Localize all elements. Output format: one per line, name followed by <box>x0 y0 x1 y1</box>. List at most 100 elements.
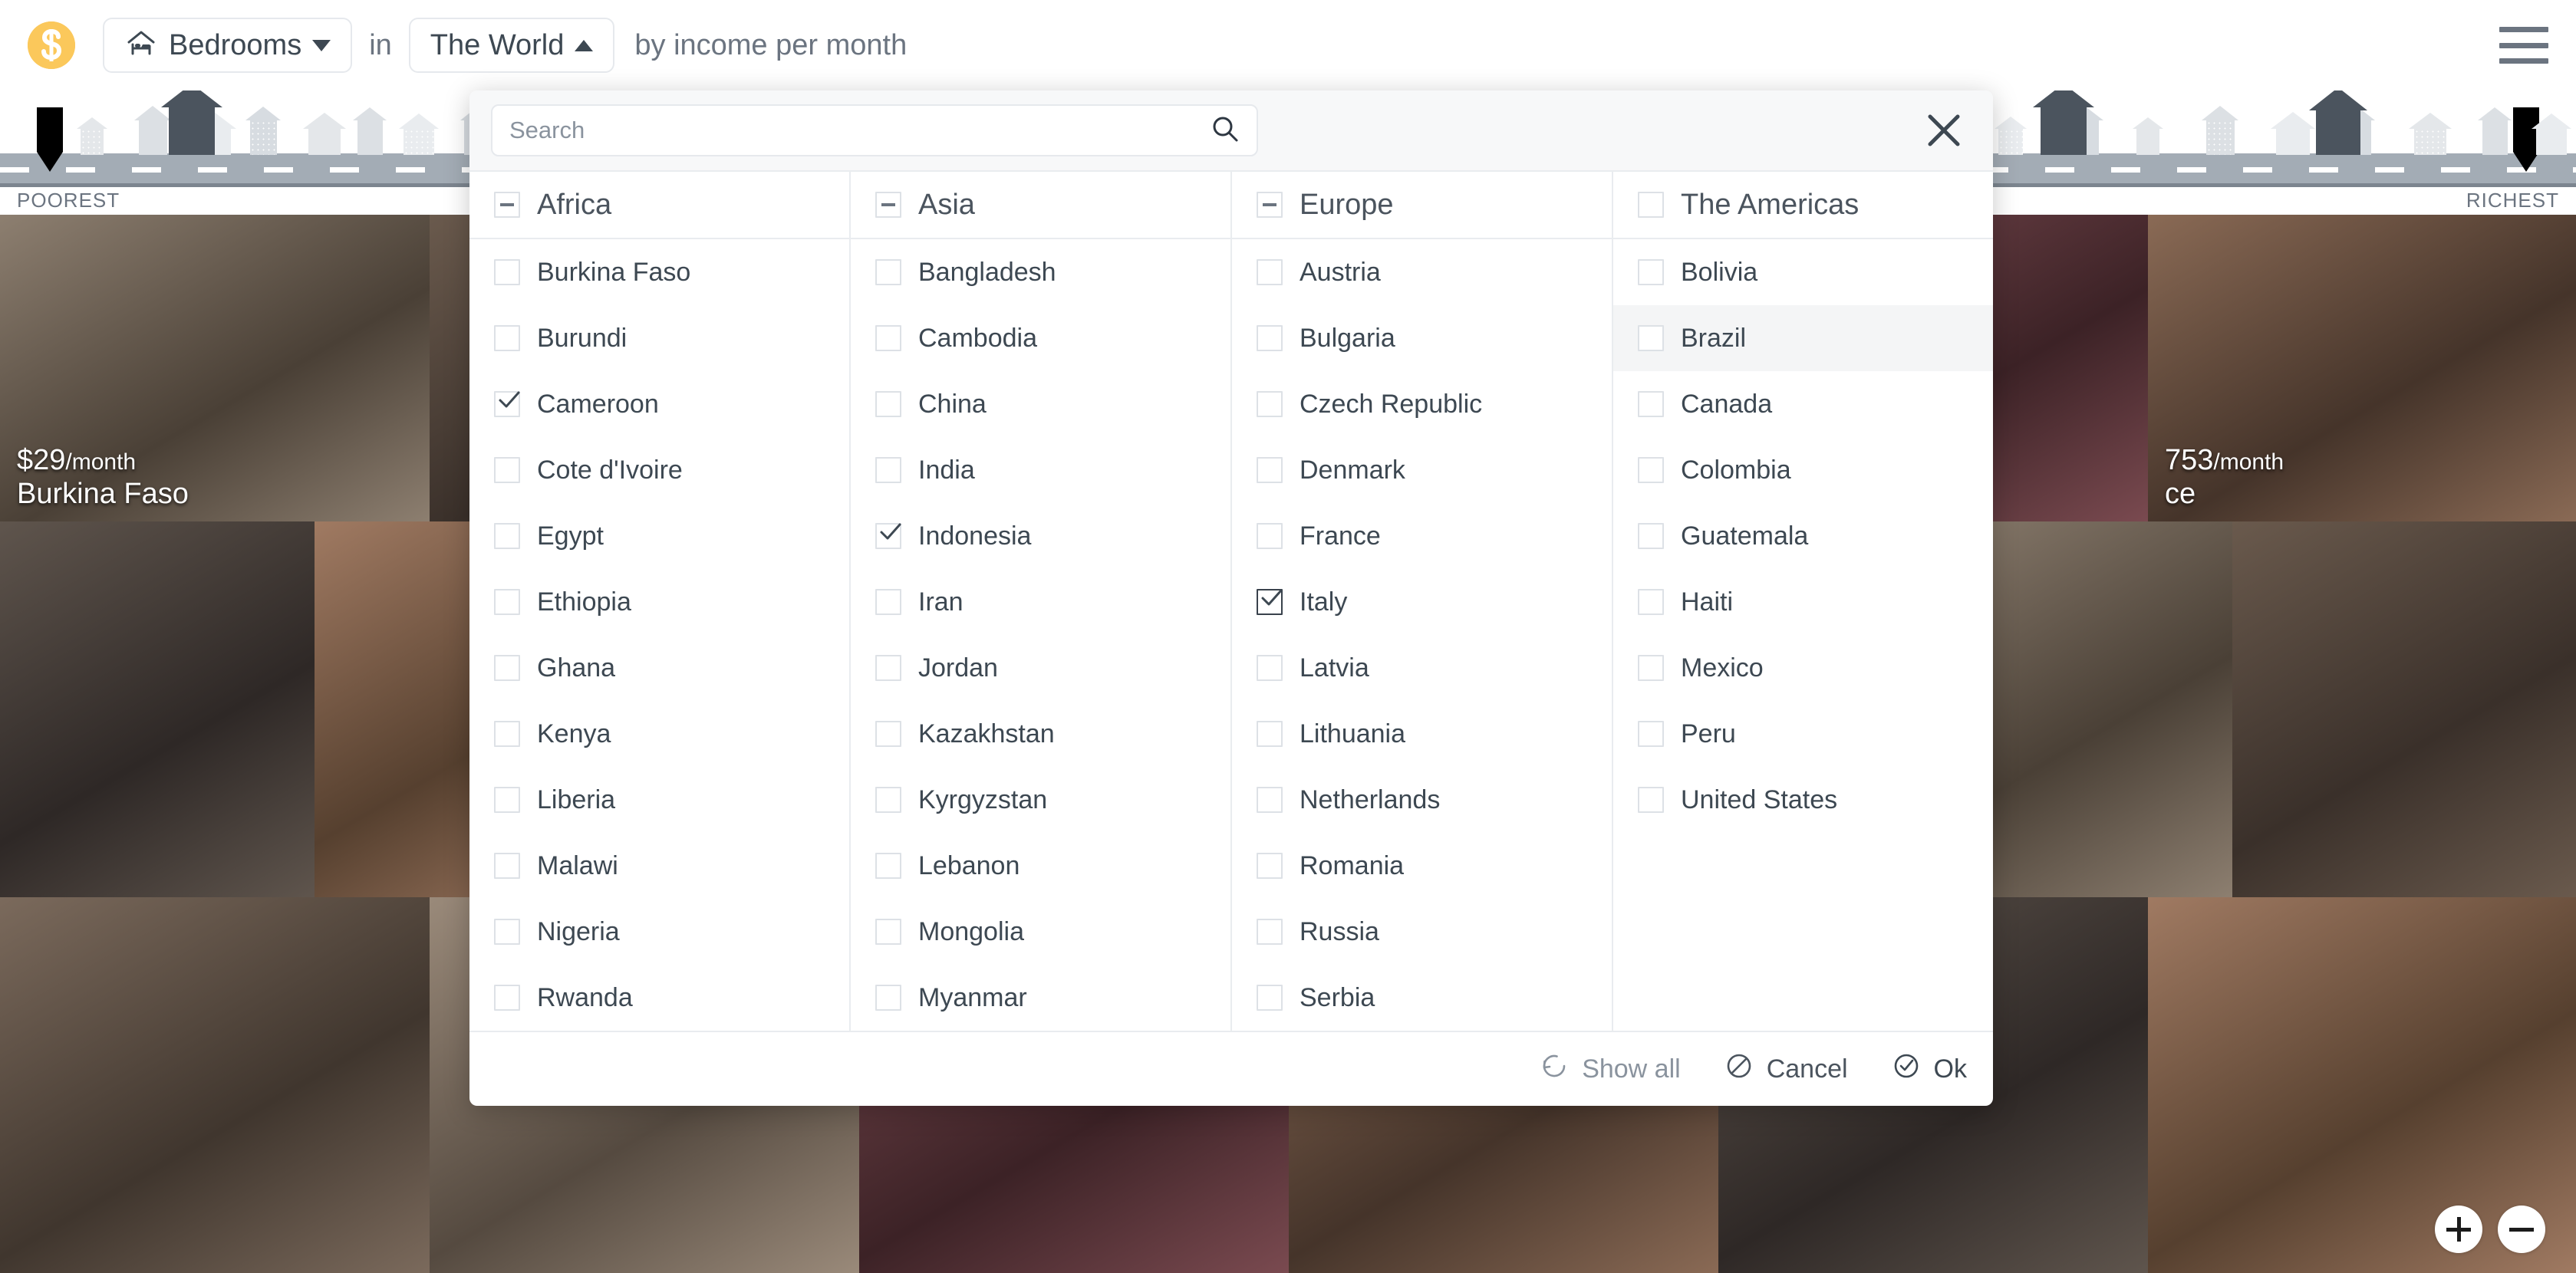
list-item[interactable]: Bulgaria <box>1232 305 1612 371</box>
list-item[interactable]: Indonesia <box>851 503 1230 569</box>
list-item[interactable]: Burkina Faso <box>469 239 849 305</box>
checkbox-unchecked[interactable] <box>1257 325 1283 351</box>
photo-tile[interactable] <box>0 897 430 1273</box>
checkbox-unchecked[interactable] <box>1638 589 1664 615</box>
checkbox-unchecked[interactable] <box>875 457 901 483</box>
checkbox-unchecked[interactable] <box>875 655 901 681</box>
list-item[interactable]: Haiti <box>1613 569 1993 635</box>
list-item[interactable]: France <box>1232 503 1612 569</box>
zoom-in-button[interactable] <box>2435 1206 2482 1253</box>
checkbox-unchecked[interactable] <box>1638 391 1664 417</box>
list-item[interactable]: Lithuania <box>1232 701 1612 767</box>
list-item[interactable]: Cote d'Ivoire <box>469 437 849 503</box>
checkbox-unchecked[interactable] <box>1257 457 1283 483</box>
checkbox-unchecked[interactable] <box>875 853 901 879</box>
list-item[interactable]: Malawi <box>469 833 849 899</box>
list-item[interactable]: Kyrgyzstan <box>851 767 1230 833</box>
checkbox-unchecked[interactable] <box>1257 985 1283 1011</box>
checkbox-unchecked[interactable] <box>1638 192 1664 218</box>
list-item[interactable]: Bangladesh <box>851 239 1230 305</box>
checkbox-unchecked[interactable] <box>494 985 520 1011</box>
photo-tile[interactable]: 753/month ce <box>2148 215 2576 521</box>
checkbox-unchecked[interactable] <box>494 919 520 945</box>
checkbox-checked[interactable] <box>494 391 520 417</box>
list-item[interactable]: Lebanon <box>851 833 1230 899</box>
checkbox-unchecked[interactable] <box>1257 523 1283 549</box>
cancel-button[interactable]: Cancel <box>1724 1051 1848 1088</box>
list-item[interactable]: Cameroon <box>469 371 849 437</box>
checkbox-unchecked[interactable] <box>1257 259 1283 285</box>
checkbox-unchecked[interactable] <box>1257 655 1283 681</box>
checkbox-unchecked[interactable] <box>875 721 901 747</box>
checkbox-unchecked[interactable] <box>1638 457 1664 483</box>
hamburger-menu-icon[interactable] <box>2499 27 2548 64</box>
list-item[interactable]: Romania <box>1232 833 1612 899</box>
list-item[interactable]: Colombia <box>1613 437 1993 503</box>
checkbox-unchecked[interactable] <box>494 523 520 549</box>
close-icon[interactable] <box>1922 109 1965 152</box>
checkbox-indeterminate[interactable] <box>875 192 901 218</box>
checkbox-indeterminate[interactable] <box>1257 192 1283 218</box>
checkbox-unchecked[interactable] <box>875 919 901 945</box>
checkbox-unchecked[interactable] <box>1257 391 1283 417</box>
checkbox-unchecked[interactable] <box>494 721 520 747</box>
checkbox-unchecked[interactable] <box>1257 787 1283 813</box>
list-item[interactable]: Austria <box>1232 239 1612 305</box>
show-all-button[interactable]: Show all <box>1539 1051 1681 1088</box>
list-item[interactable]: Brazil <box>1613 305 1993 371</box>
list-item[interactable]: Guatemala <box>1613 503 1993 569</box>
checkbox-unchecked[interactable] <box>494 259 520 285</box>
search-input[interactable] <box>509 117 1211 144</box>
list-item[interactable]: Italy <box>1232 569 1612 635</box>
list-item[interactable]: Kazakhstan <box>851 701 1230 767</box>
list-item[interactable]: Burundi <box>469 305 849 371</box>
list-item[interactable]: Kenya <box>469 701 849 767</box>
list-item[interactable]: Russia <box>1232 899 1612 965</box>
checkbox-unchecked[interactable] <box>1638 721 1664 747</box>
checkbox-checked[interactable] <box>1257 589 1283 615</box>
list-item[interactable]: Czech Republic <box>1232 371 1612 437</box>
list-item[interactable]: China <box>851 371 1230 437</box>
list-item[interactable]: Serbia <box>1232 965 1612 1031</box>
checkbox-indeterminate[interactable] <box>494 192 520 218</box>
list-item[interactable]: Jordan <box>851 635 1230 701</box>
column-header-the-americas[interactable]: The Americas <box>1613 172 1993 239</box>
dollar-coin-icon[interactable] <box>28 21 75 69</box>
list-item[interactable]: United States <box>1613 767 1993 833</box>
checkbox-unchecked[interactable] <box>875 787 901 813</box>
checkbox-unchecked[interactable] <box>1638 259 1664 285</box>
checkbox-checked[interactable] <box>875 523 901 549</box>
checkbox-unchecked[interactable] <box>1257 853 1283 879</box>
photo-tile[interactable]: $29/month Burkina Faso <box>0 215 430 521</box>
list-item[interactable]: Mongolia <box>851 899 1230 965</box>
checkbox-unchecked[interactable] <box>494 787 520 813</box>
column-header-asia[interactable]: Asia <box>851 172 1230 239</box>
search-box[interactable] <box>491 104 1258 156</box>
column-header-africa[interactable]: Africa <box>469 172 849 239</box>
checkbox-unchecked[interactable] <box>1638 787 1664 813</box>
search-icon[interactable] <box>1211 114 1240 147</box>
checkbox-unchecked[interactable] <box>875 589 901 615</box>
place-selector-button[interactable]: The World <box>408 18 615 73</box>
list-item[interactable]: Netherlands <box>1232 767 1612 833</box>
zoom-out-button[interactable] <box>2498 1206 2545 1253</box>
list-item[interactable]: Latvia <box>1232 635 1612 701</box>
checkbox-unchecked[interactable] <box>494 655 520 681</box>
list-item[interactable]: Bolivia <box>1613 239 1993 305</box>
checkbox-unchecked[interactable] <box>875 391 901 417</box>
list-item[interactable]: Ghana <box>469 635 849 701</box>
checkbox-unchecked[interactable] <box>494 589 520 615</box>
checkbox-unchecked[interactable] <box>875 259 901 285</box>
list-item[interactable]: Liberia <box>469 767 849 833</box>
list-item[interactable]: Peru <box>1613 701 1993 767</box>
checkbox-unchecked[interactable] <box>875 985 901 1011</box>
list-item[interactable]: Iran <box>851 569 1230 635</box>
list-item[interactable]: Ethiopia <box>469 569 849 635</box>
list-item[interactable]: India <box>851 437 1230 503</box>
ok-button[interactable]: Ok <box>1891 1051 1967 1088</box>
checkbox-unchecked[interactable] <box>1257 721 1283 747</box>
checkbox-unchecked[interactable] <box>1638 655 1664 681</box>
checkbox-unchecked[interactable] <box>494 853 520 879</box>
photo-tile[interactable] <box>2232 521 2576 897</box>
list-item[interactable]: Rwanda <box>469 965 849 1031</box>
